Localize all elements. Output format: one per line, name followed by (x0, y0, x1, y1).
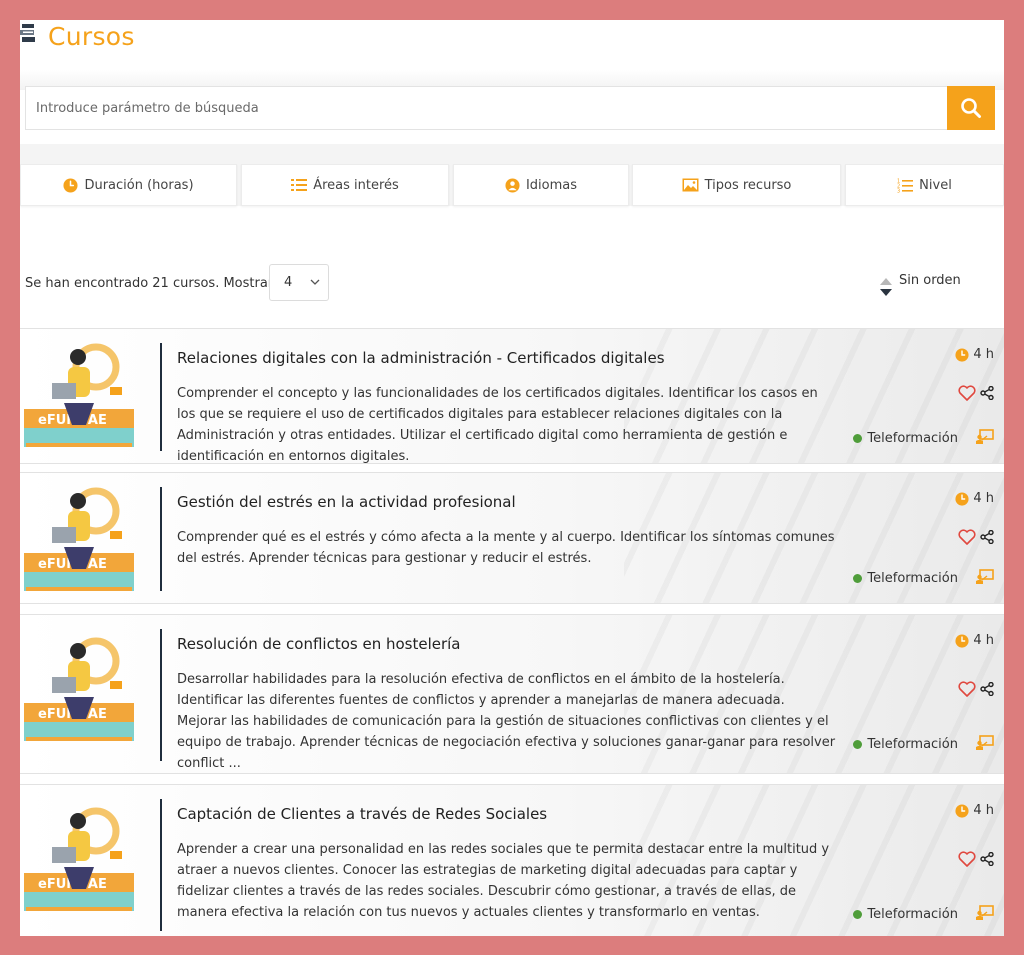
ordered-list-icon: 1 2 3 (897, 178, 914, 193)
clock-icon (63, 177, 78, 193)
clock-icon (955, 633, 969, 648)
duration-value: 4 h (973, 803, 994, 818)
heart-icon[interactable] (958, 851, 976, 867)
filters-bar: Duración (horas) Áreas interés Idiomas T… (20, 144, 1004, 206)
page-header: Cursos (20, 20, 1004, 90)
results-count: Se han encontrado 21 cursos. Mostrar (25, 276, 274, 291)
modality-label: Teleformación (867, 907, 958, 922)
card-actions (958, 529, 994, 545)
share-icon[interactable] (980, 530, 994, 544)
page-size-select[interactable]: 4 (269, 264, 329, 301)
share-icon[interactable] (980, 682, 994, 696)
modality-label: Teleformación (867, 571, 958, 586)
course-description: Comprender qué es el estrés y cómo afect… (177, 530, 835, 566)
duration-value: 4 h (973, 633, 994, 648)
course-description: Comprender el concepto y las funcionalid… (177, 386, 818, 464)
list-icon (291, 179, 308, 191)
heart-icon[interactable] (958, 385, 976, 401)
clock-icon (955, 803, 969, 818)
modality-label: Teleformación (867, 431, 958, 446)
page-title: Cursos (48, 22, 135, 51)
course-title[interactable]: Resolución de conflictos en hostelería (177, 635, 461, 653)
heart-icon[interactable] (958, 529, 976, 545)
card-divider (160, 343, 162, 451)
course-card[interactable]: eFUNDAE Relaciones digitales con la admi… (20, 328, 1004, 464)
filter-label: Nivel (919, 177, 952, 193)
course-thumbnail: eFUNDAE (24, 637, 134, 741)
teacher-board-icon (976, 429, 994, 444)
status-dot (853, 434, 863, 443)
filter-resource-types[interactable]: Tipos recurso (632, 164, 841, 206)
books-logo-icon (20, 24, 35, 42)
teacher-board-icon (976, 569, 994, 584)
card-divider (160, 487, 162, 591)
chevron-down-icon (310, 279, 320, 285)
page-frame: Cursos Duración (horas) Área (20, 20, 1004, 936)
filter-label: Áreas interés (313, 177, 399, 193)
course-title[interactable]: Captación de Clientes a través de Redes … (177, 805, 547, 823)
language-icon (505, 177, 520, 193)
clock-icon (955, 491, 969, 506)
card-divider (160, 799, 162, 931)
clock-icon (955, 347, 969, 362)
card-actions (958, 385, 994, 401)
course-duration: 4 h (955, 491, 994, 506)
course-title[interactable]: Relaciones digitales con la administraci… (177, 349, 665, 367)
sort-icon (880, 278, 892, 296)
course-modality: Teleformación (853, 571, 958, 586)
status-dot (853, 910, 863, 919)
heart-icon[interactable] (958, 681, 976, 697)
course-duration: 4 h (955, 803, 994, 818)
page-size-value: 4 (284, 275, 293, 290)
svg-text:3: 3 (897, 188, 900, 193)
course-card[interactable]: eFUNDAE Gestión del estrés en la activid… (20, 472, 1004, 604)
filter-duration[interactable]: Duración (horas) (20, 164, 237, 206)
course-modality: Teleformación (853, 737, 958, 752)
teacher-board-icon (976, 905, 994, 920)
search-button[interactable] (947, 86, 995, 130)
duration-value: 4 h (973, 491, 994, 506)
search-box (25, 86, 995, 130)
course-thumbnail: eFUNDAE (24, 807, 134, 911)
course-card[interactable]: eFUNDAE Captación de Clientes a través d… (20, 784, 1004, 936)
filter-label: Duración (horas) (84, 177, 194, 193)
image-icon (682, 178, 699, 192)
course-card[interactable]: eFUNDAE Resolución de conflictos en host… (20, 614, 1004, 774)
course-modality: Teleformación (853, 907, 958, 922)
course-modality: Teleformación (853, 431, 958, 446)
filter-label: Idiomas (525, 177, 578, 193)
status-dot (853, 574, 863, 583)
card-actions (958, 851, 994, 867)
search-input[interactable] (26, 87, 946, 129)
filter-areas[interactable]: Áreas interés (241, 164, 449, 206)
filter-languages[interactable]: Idiomas (453, 164, 629, 206)
filter-level[interactable]: 1 2 3 Nivel (845, 164, 1004, 206)
teacher-board-icon (976, 735, 994, 750)
duration-value: 4 h (973, 347, 994, 362)
card-actions (958, 681, 994, 697)
course-thumbnail: eFUNDAE (24, 487, 134, 591)
course-title[interactable]: Gestión del estrés en la actividad profe… (177, 493, 516, 511)
course-description: Aprender a crear una personalidad en las… (177, 842, 830, 920)
modality-label: Teleformación (867, 737, 958, 752)
share-icon[interactable] (980, 852, 994, 866)
status-dot (853, 740, 863, 749)
sort-label: Sin orden (899, 273, 961, 288)
course-thumbnail: eFUNDAE (24, 343, 134, 447)
filter-label: Tipos recurso (704, 177, 792, 193)
course-duration: 4 h (955, 633, 994, 648)
search-icon (961, 98, 981, 118)
card-divider (160, 629, 162, 761)
course-duration: 4 h (955, 347, 994, 362)
course-description: Desarrollar habilidades para la resoluci… (177, 672, 836, 771)
share-icon[interactable] (980, 386, 994, 400)
